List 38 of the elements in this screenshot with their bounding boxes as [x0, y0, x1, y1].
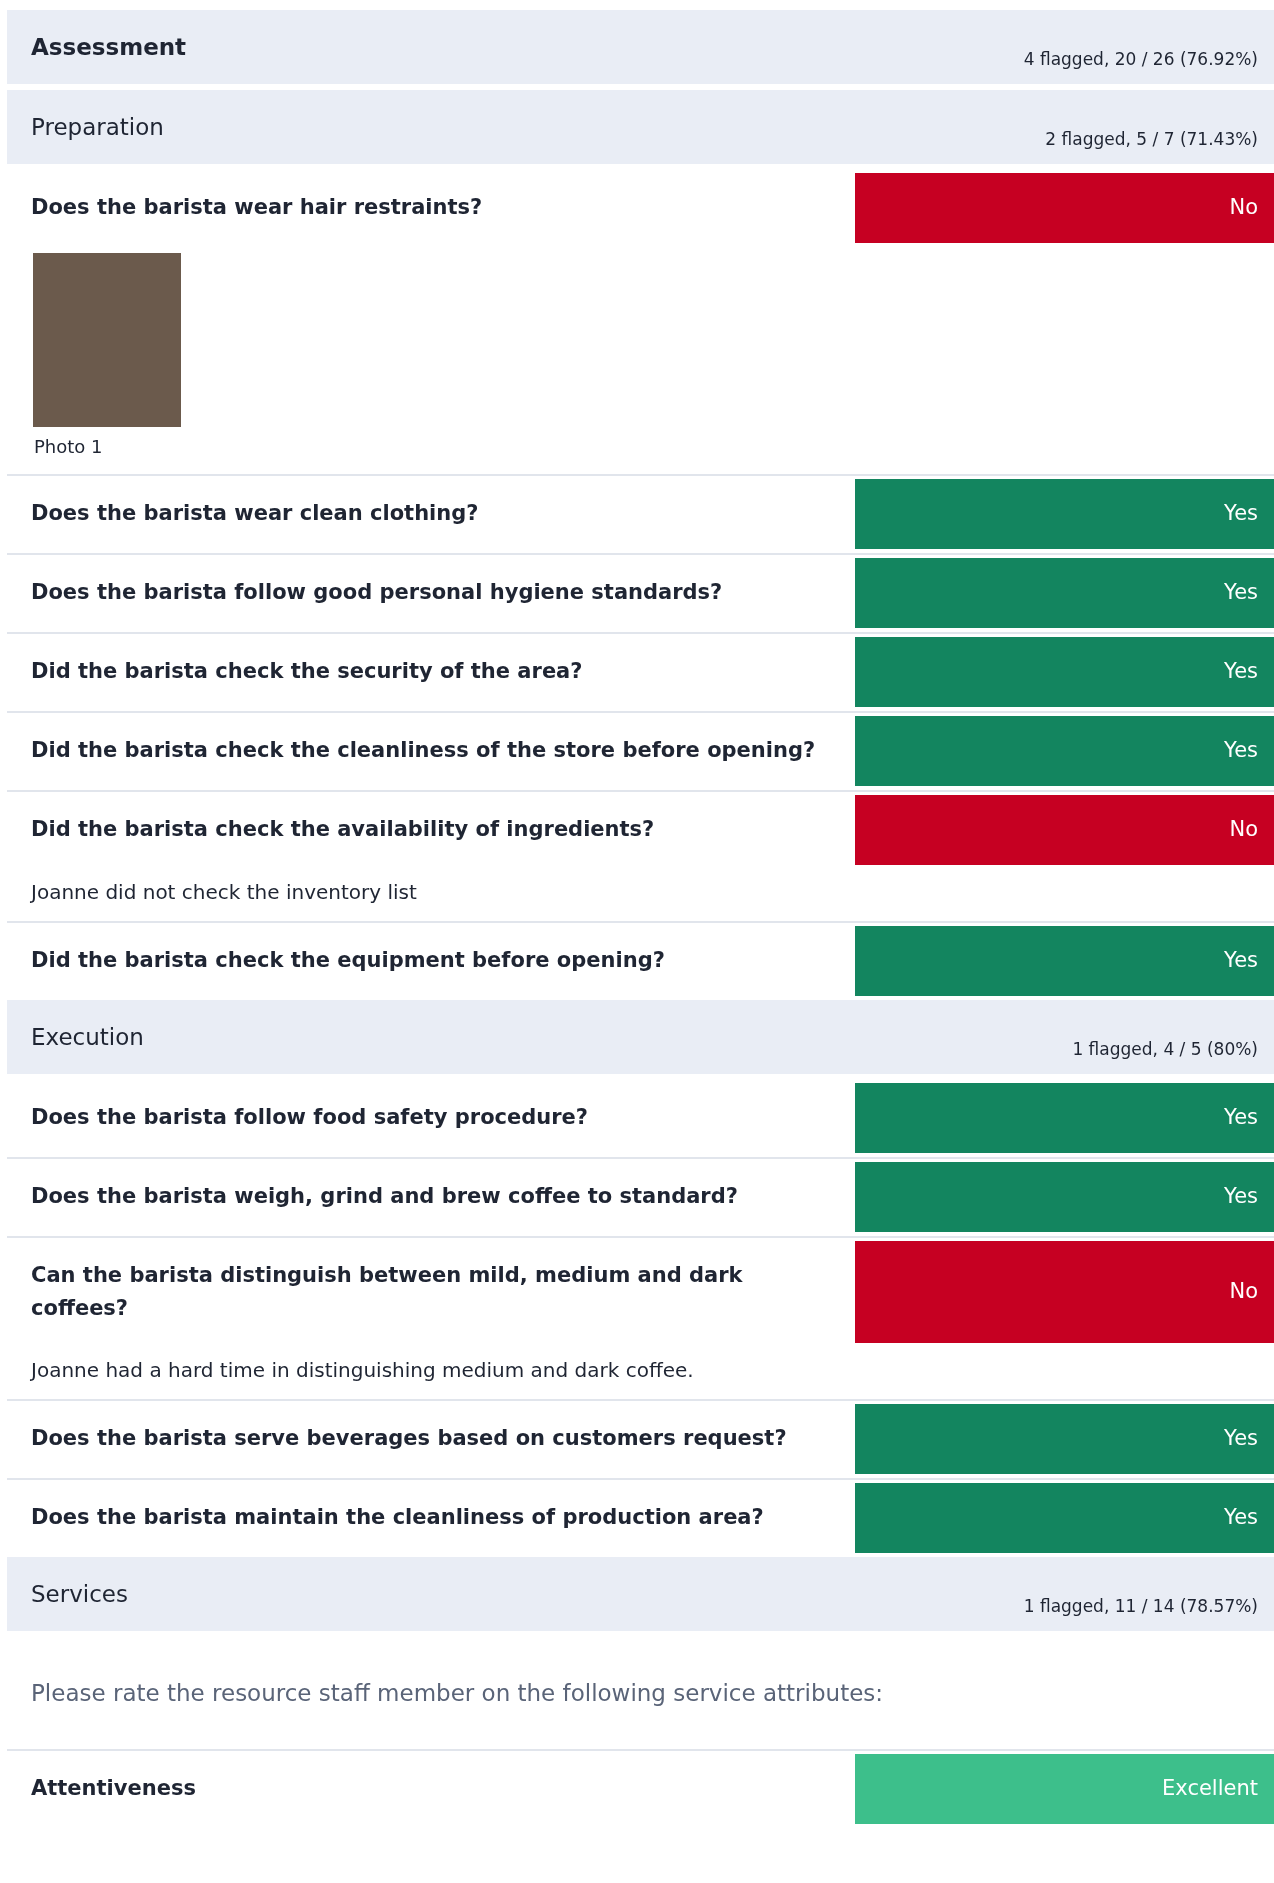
question-text: Does the barista maintain the cleanliness of production area? [30, 1504, 765, 1531]
instruction-text: Please rate the resource staff member on the following service attributes: [30, 1679, 885, 1708]
section-title: Preparation [30, 112, 165, 142]
answer-badge: No [855, 173, 1274, 243]
question-text: Did the barista check the equipment before opening? [30, 947, 666, 974]
answer-badge: Yes [855, 1404, 1274, 1474]
answer-badge: Yes [855, 1083, 1274, 1153]
question-text: Did the barista check the cleanliness of the store before opening? [30, 737, 817, 764]
answer-badge: No [855, 1241, 1274, 1343]
answer-badge: Yes [855, 1483, 1274, 1553]
answer-badge: No [855, 795, 1274, 865]
question-text: Does the barista follow good personal hygiene standards? [30, 579, 724, 606]
answer-badge: Yes [855, 716, 1274, 786]
section-title: Execution [30, 1022, 145, 1052]
answer-badge: Yes [855, 1162, 1274, 1232]
question-text: Does the barista serve beverages based on customers request? [30, 1425, 788, 1452]
photo-caption: Photo 1 [34, 435, 104, 459]
section-title: Services [30, 1579, 129, 1609]
answer-badge: Yes [855, 479, 1274, 549]
answer-badge: Yes [855, 926, 1274, 996]
question-text: Did the barista check the availability of ingredients? [30, 816, 656, 843]
question-text: Can the barista distinguish between mild, medium and dark coffees? [30, 1262, 744, 1322]
score-summary: 2 flagged, 5 / 7 (71.43%) [1045, 127, 1259, 151]
score-summary: 1 flagged, 11 / 14 (78.57%) [1023, 1594, 1259, 1618]
score-summary: 4 flagged, 20 / 26 (76.92%) [1023, 47, 1259, 71]
question-text: Does the barista wear clean clothing? [30, 500, 480, 527]
question-text: Did the barista check the security of the area? [30, 658, 584, 685]
question-text: Attentiveness [30, 1774, 197, 1802]
score-summary: 1 flagged, 4 / 5 (80%) [1072, 1037, 1259, 1061]
assessment-title: Assessment [30, 32, 188, 62]
answer-note: Joanne did not check the inventory list [29, 879, 418, 906]
question-text: Does the barista wear hair restraints? [30, 194, 484, 221]
answer-badge: Yes [855, 637, 1274, 707]
answer-note: Joanne had a hard time in distinguishing medium and dark coffee. [29, 1357, 695, 1384]
question-text: Does the barista weigh, grind and brew coffee to standard? [30, 1183, 739, 1210]
answer-badge: Yes [855, 558, 1274, 628]
answer-badge: Excellent [855, 1753, 1274, 1824]
question-text: Does the barista follow food safety procedure? [30, 1104, 590, 1131]
